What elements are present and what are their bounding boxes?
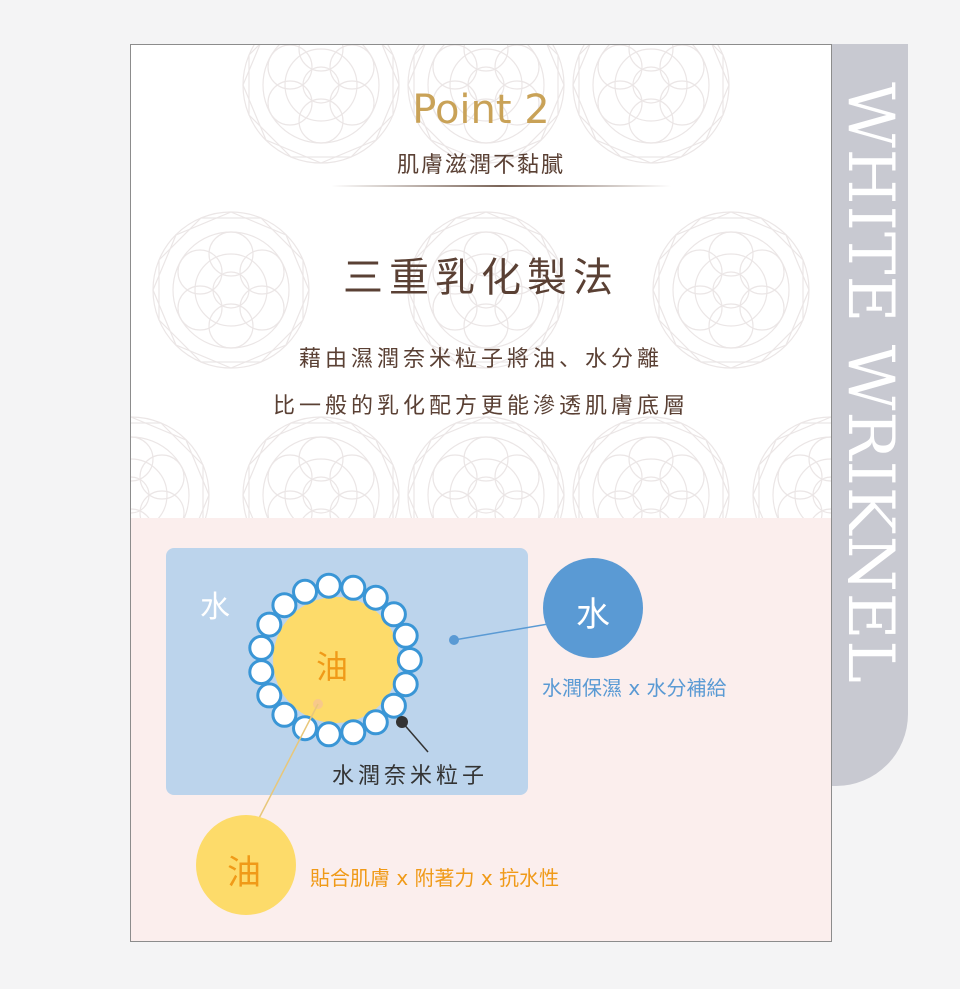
- water-pointer-line: [453, 621, 561, 641]
- nano-pointer-line: [401, 721, 429, 753]
- emulsion-diagram: [196, 558, 643, 915]
- water-benefit-text: 水潤保濕 x 水分補給: [542, 676, 727, 700]
- oil-benefit-text: 貼合肌膚 x 附著力 x 抗水性: [310, 866, 560, 890]
- oil-center-label: 油: [316, 648, 349, 686]
- water-panel-label: 水: [200, 590, 230, 625]
- water-circle-label: 水: [576, 595, 610, 635]
- nano-particle-label: 水潤奈米粒子: [332, 764, 489, 789]
- oil-circle-label: 油: [227, 853, 261, 893]
